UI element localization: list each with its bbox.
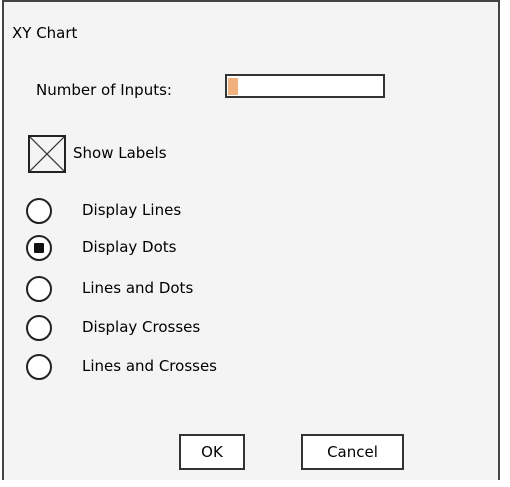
radio-selected-icon <box>26 235 52 261</box>
number-of-inputs-label: Number of Inputs: <box>36 81 172 99</box>
radio-dot-icon <box>34 243 44 253</box>
radio-label: Display Dots <box>82 238 177 256</box>
radio-circle-icon <box>26 276 52 302</box>
radio-circle-icon <box>26 198 52 224</box>
show-labels-label: Show Labels <box>73 144 167 162</box>
show-labels-checkbox[interactable] <box>28 135 66 173</box>
radio-label: Display Lines <box>82 201 182 219</box>
ok-button[interactable]: OK <box>179 434 245 470</box>
xy-chart-dialog: XY Chart Number of Inputs: Show Labels D… <box>2 0 500 480</box>
radio-circle-icon <box>26 354 52 380</box>
radio-label: Display Crosses <box>82 318 201 336</box>
number-of-inputs-field[interactable] <box>225 74 385 98</box>
radio-circle-icon <box>26 315 52 341</box>
radio-label: Lines and Dots <box>82 279 194 297</box>
radio-label: Lines and Crosses <box>82 357 217 375</box>
checkbox-cross-icon <box>30 137 64 171</box>
cancel-button[interactable]: Cancel <box>301 434 404 470</box>
dialog-title: XY Chart <box>12 24 78 42</box>
